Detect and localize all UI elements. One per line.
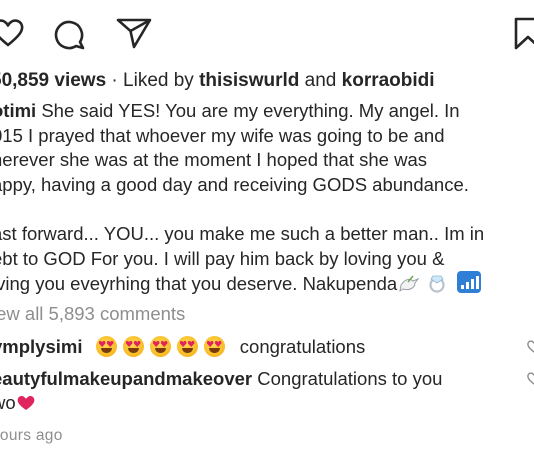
comment-username[interactable]: ymplysimi xyxy=(0,336,83,357)
comment-username[interactable]: eautyfulmakeupandmakeover xyxy=(0,368,252,389)
comment-item: eautyfulmakeupandmakeover Congratulation… xyxy=(0,367,442,392)
ring-emoji-icon xyxy=(427,273,447,300)
caption-line: She said YES! You are my everything. My … xyxy=(36,100,460,121)
liked-by-prefix: · Liked by xyxy=(106,70,200,91)
bookmark-icon[interactable] xyxy=(514,17,534,51)
like-heart-icon[interactable] xyxy=(0,18,24,48)
comment-text: congratulations xyxy=(239,336,366,357)
liked-by-and: and xyxy=(299,70,342,91)
caption-line: iving you eveyrhing that you deserve. Na… xyxy=(0,273,398,295)
views-liked-by: 50,859 views · Liked by thisiswurld and … xyxy=(0,70,435,92)
dove-emoji-icon xyxy=(399,275,420,300)
caption-line: herever she was at the moment I hoped th… xyxy=(0,149,427,171)
comment-text: wo xyxy=(0,392,16,413)
comment-like-heart-icon[interactable] xyxy=(527,340,534,353)
caption-line: ebt to GOD For you. I will pay him back … xyxy=(0,247,445,269)
comment-item: ymplysimi congratulations xyxy=(0,335,365,360)
caption-username[interactable]: otimi xyxy=(0,100,36,121)
post-caption: otimi She said YES! You are my everythin… xyxy=(0,99,484,296)
views-count[interactable]: 50,859 views xyxy=(0,70,106,91)
comment-item-continued: wo xyxy=(0,391,35,416)
red-heart-emoji-icon xyxy=(17,393,35,410)
comment-like-heart-icon[interactable] xyxy=(527,372,534,385)
caption-line: ast forward... YOU... you make me such a… xyxy=(0,222,485,244)
caption-line: 015 I prayed that whoever my wife was go… xyxy=(0,124,445,146)
liked-by-user-2[interactable]: korraobidi xyxy=(342,70,435,91)
post-timestamp: hours ago xyxy=(0,427,63,444)
send-icon[interactable] xyxy=(116,17,152,49)
signal-bars-emoji-icon xyxy=(457,271,482,300)
comment-icon[interactable] xyxy=(52,17,86,51)
comment-text: Congratulations to you xyxy=(252,368,443,389)
heart-eyes-emoji-icon xyxy=(95,336,231,357)
caption-line: appy, having a good day and receiving GO… xyxy=(0,173,469,195)
liked-by-user-1[interactable]: thisiswurld xyxy=(199,70,299,91)
view-all-comments-link[interactable]: iew all 5,893 comments xyxy=(0,303,185,325)
